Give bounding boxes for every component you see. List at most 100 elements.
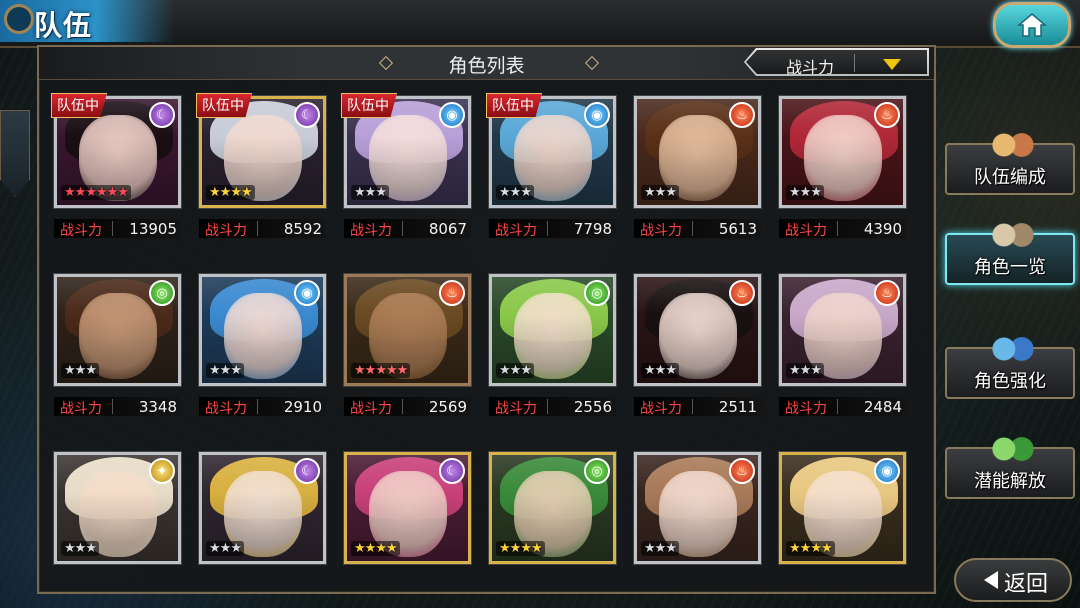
sort-dropdown-label: 战斗力 [785, 58, 834, 77]
light-element-icon: ✦ [149, 458, 175, 484]
power-bar: 战斗力 7798 [489, 219, 616, 239]
rarity-stars: ★★★★★★ [61, 185, 131, 200]
back-arrow-icon [984, 571, 998, 589]
rarity-stars: ★★★ [206, 363, 244, 378]
book-icon [985, 217, 1039, 253]
power-bar: 战斗力 3348 [54, 397, 181, 417]
in-team-badge: 队伍中 [486, 93, 542, 118]
dark-element-icon: ☾ [294, 102, 320, 128]
sort-dropdown[interactable]: 战斗力 [744, 48, 929, 76]
rarity-stars: ★★★ [641, 541, 679, 556]
character-portrait: ♨ ★★★ [634, 452, 761, 564]
fire-element-icon: ♨ [729, 458, 755, 484]
side-menu-label: 角色一览 [974, 257, 1046, 278]
home-button[interactable] [993, 2, 1071, 48]
power-label: 战斗力 [640, 223, 682, 239]
top-bar: 队伍 [0, 0, 1080, 48]
enhance-icon [985, 331, 1039, 367]
chevron-down-icon [883, 59, 901, 70]
character-portrait: ♨ ★★★★★ [344, 274, 471, 386]
character-portrait: ◎ ★★★ [489, 274, 616, 386]
dark-element-icon: ☾ [294, 458, 320, 484]
power-value: 2556 [573, 398, 612, 416]
fire-element-icon: ♨ [729, 102, 755, 128]
wind-element-icon: ◎ [584, 458, 610, 484]
power-bar: 战斗力 2910 [199, 397, 326, 417]
power-bar: 战斗力 8067 [344, 219, 471, 239]
power-value: 4390 [863, 220, 902, 238]
wind-element-icon: ◎ [584, 280, 610, 306]
water-element-icon: ◉ [294, 280, 320, 306]
character-list-panel: 角色列表 战斗力 ☾ ★★★★★★ 队伍中 战斗力 13905 ☾ ★★★★ 队伍中 战斗力 85… [37, 45, 936, 594]
side-menu-label: 潜能解放 [974, 471, 1046, 492]
panel-header: 角色列表 战斗力 [39, 47, 934, 80]
team-members-icon [985, 127, 1039, 163]
character-portrait: ◉ ★★★★ [779, 452, 906, 564]
power-bar: 战斗力 8592 [199, 219, 326, 239]
power-label: 战斗力 [495, 401, 537, 417]
title-plate: 队伍 [0, 0, 175, 42]
potential-gem-icon [985, 431, 1039, 467]
rarity-stars: ★★★ [206, 541, 244, 556]
power-value: 2569 [428, 398, 467, 416]
power-label: 战斗力 [350, 401, 392, 417]
dark-element-icon: ☾ [149, 102, 175, 128]
character-portrait: ♨ ★★★ [779, 274, 906, 386]
rarity-stars: ★★★ [786, 185, 824, 200]
character-portrait: ♨ ★★★ [634, 96, 761, 208]
team-emblem-icon [4, 4, 34, 34]
back-button-label: 返回 [1004, 572, 1049, 597]
power-bar: 战斗力 2511 [634, 397, 761, 417]
power-label: 战斗力 [785, 401, 827, 417]
character-portrait: ◎ ★★★★ [489, 452, 616, 564]
page-title: 队伍 [34, 9, 93, 42]
rarity-stars: ★★★ [61, 541, 99, 556]
in-team-badge: 队伍中 [196, 93, 252, 118]
power-label: 战斗力 [205, 401, 247, 417]
character-portrait: ✦ ★★★ [54, 452, 181, 564]
character-portrait: ◉ ★★★ [199, 274, 326, 386]
power-bar: 战斗力 13905 [54, 219, 181, 239]
dark-element-icon: ☾ [439, 458, 465, 484]
power-value: 7798 [573, 220, 612, 238]
back-button[interactable]: 返回 [954, 558, 1072, 602]
rarity-stars: ★★★★ [786, 541, 835, 556]
power-label: 战斗力 [785, 223, 827, 239]
power-bar: 战斗力 4390 [779, 219, 906, 239]
rarity-stars: ★★★★★ [351, 363, 411, 378]
power-value: 8592 [283, 220, 322, 238]
power-bar: 战斗力 2569 [344, 397, 471, 417]
power-value: 2484 [863, 398, 902, 416]
power-label: 战斗力 [60, 223, 102, 239]
side-menu-button[interactable]: 角色强化 [945, 331, 1075, 399]
in-team-badge: 队伍中 [341, 93, 397, 118]
in-team-badge: 队伍中 [51, 93, 107, 118]
power-bar: 战斗力 5613 [634, 219, 761, 239]
side-menu-button[interactable]: 角色一览 [945, 217, 1075, 285]
fire-element-icon: ♨ [729, 280, 755, 306]
left-edge-tab[interactable] [0, 110, 30, 197]
power-value: 13905 [129, 220, 177, 238]
home-icon [1017, 13, 1047, 37]
power-value: 3348 [138, 398, 177, 416]
rarity-stars: ★★★ [61, 363, 99, 378]
side-menu-button[interactable]: 队伍编成 [945, 127, 1075, 195]
character-portrait: ◎ ★★★ [54, 274, 181, 386]
rarity-stars: ★★★★ [496, 541, 545, 556]
power-label: 战斗力 [350, 223, 392, 239]
power-label: 战斗力 [495, 223, 537, 239]
rarity-stars: ★★★★ [206, 185, 255, 200]
character-portrait: ♨ ★★★ [634, 274, 761, 386]
fire-element-icon: ♨ [439, 280, 465, 306]
side-menu-button[interactable]: 潜能解放 [945, 431, 1075, 499]
power-bar: 战斗力 2484 [779, 397, 906, 417]
power-bar: 战斗力 2556 [489, 397, 616, 417]
water-element-icon: ◉ [874, 458, 900, 484]
rarity-stars: ★★★ [496, 363, 534, 378]
character-portrait: ♨ ★★★ [779, 96, 906, 208]
power-value: 5613 [718, 220, 757, 238]
power-label: 战斗力 [205, 223, 247, 239]
power-label: 战斗力 [60, 401, 102, 417]
fire-element-icon: ♨ [874, 280, 900, 306]
character-portrait: ☾ ★★★ [199, 452, 326, 564]
